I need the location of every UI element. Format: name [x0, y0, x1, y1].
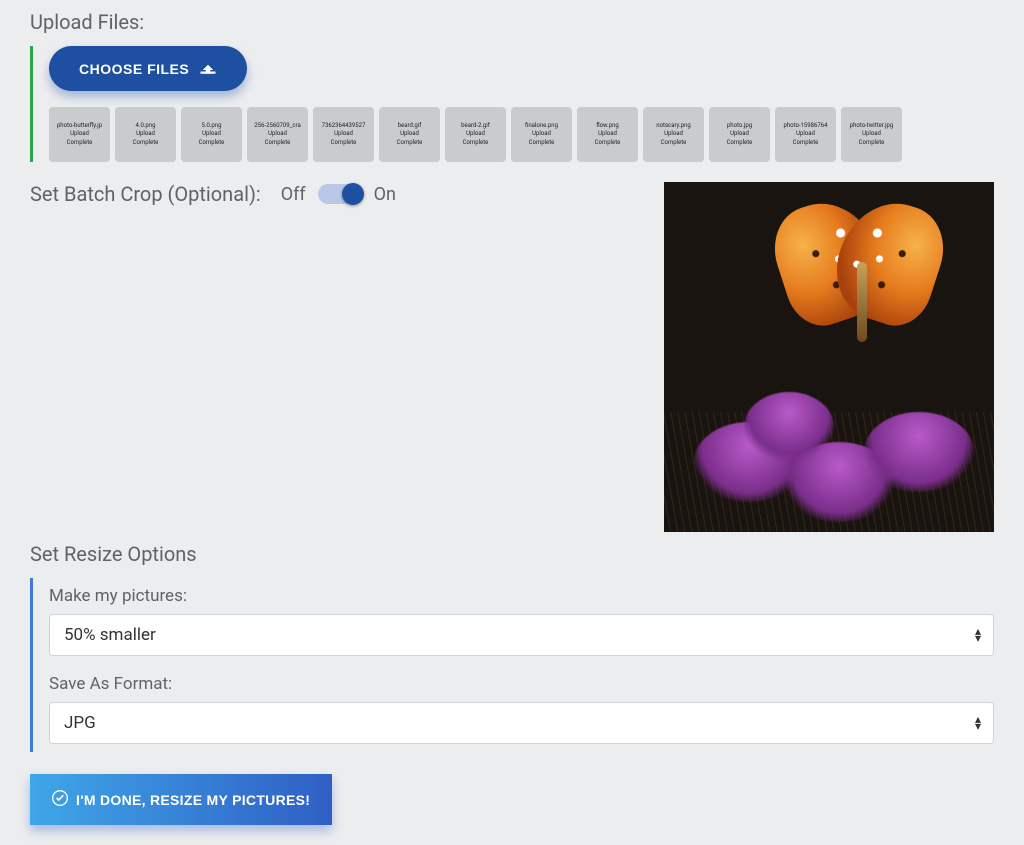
thumbnail[interactable]: photo-15986764UploadComplete — [775, 107, 836, 162]
toggle-off-label: Off — [281, 184, 306, 205]
thumbnail-row: photo-butterfly.jpUploadComplete 4.0.png… — [49, 107, 994, 162]
thumbnail[interactable]: beard-2.gifUploadComplete — [445, 107, 506, 162]
thumbnail[interactable]: 256-2560709_craUploadComplete — [247, 107, 308, 162]
thumbnail[interactable]: finalone.pngUploadComplete — [511, 107, 572, 162]
batch-crop-toggle[interactable] — [318, 184, 362, 204]
thumbnail[interactable]: photo.jpgUploadComplete — [709, 107, 770, 162]
thumbnail[interactable]: notscary.pngUploadComplete — [643, 107, 704, 162]
resize-submit-button[interactable]: I'M DONE, RESIZE MY PICTURES! — [30, 774, 332, 825]
format-select[interactable]: JPG ▴▾ — [49, 702, 994, 744]
size-select[interactable]: 50% smaller ▴▾ — [49, 614, 994, 656]
resize-section: Make my pictures: 50% smaller ▴▾ Save As… — [30, 578, 994, 752]
toggle-knob — [342, 183, 364, 205]
size-label: Make my pictures: — [49, 586, 994, 606]
thumbnail[interactable]: 4.0.pngUploadComplete — [115, 107, 176, 162]
size-value: 50% smaller — [64, 625, 156, 645]
choose-files-label: CHOOSE FILES — [79, 61, 189, 77]
thumbnail[interactable]: 5.0.pngUploadComplete — [181, 107, 242, 162]
thumbnail[interactable]: 7362364439527UploadComplete — [313, 107, 374, 162]
batch-crop-label: Set Batch Crop (Optional): — [30, 182, 261, 206]
format-label: Save As Format: — [49, 674, 994, 694]
chevron-updown-icon: ▴▾ — [975, 716, 981, 730]
check-circle-icon — [52, 790, 68, 809]
thumbnail[interactable]: photo-twitter.jpgUploadComplete — [841, 107, 902, 162]
choose-files-button[interactable]: CHOOSE FILES — [49, 46, 247, 91]
upload-section: CHOOSE FILES photo-butterfly.jpUploadCom… — [30, 46, 994, 162]
thumbnail[interactable]: beard.gifUploadComplete — [379, 107, 440, 162]
thumbnail[interactable]: photo-butterfly.jpUploadComplete — [49, 107, 110, 162]
thumbnail[interactable]: flow.pngUploadComplete — [577, 107, 638, 162]
submit-label: I'M DONE, RESIZE MY PICTURES! — [76, 792, 310, 808]
resize-title: Set Resize Options — [30, 542, 994, 566]
upload-title: Upload Files: — [30, 10, 994, 34]
format-value: JPG — [64, 713, 96, 733]
image-preview[interactable] — [664, 182, 994, 532]
chevron-updown-icon: ▴▾ — [975, 628, 981, 642]
upload-icon — [199, 60, 217, 77]
toggle-on-label: On — [374, 184, 396, 205]
